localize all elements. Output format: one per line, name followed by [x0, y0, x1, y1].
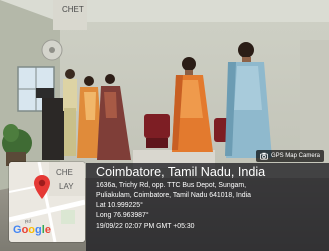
person [238, 42, 254, 58]
map-pin-icon [34, 175, 50, 199]
badge-text: GPS Map Camera [270, 153, 320, 159]
podium [42, 98, 64, 160]
photo-frame: CHET GPS Map Camera Coimbatore, Tamil Na… [0, 0, 329, 251]
address-line-1: 1636a, Trichy Rd, opp. TTC Bus Depot, Su… [96, 182, 247, 189]
location-title: Coimbatore, Tamil Nadu, India [96, 165, 266, 179]
camera-icon [259, 152, 268, 160]
map-label-bottom: LAY [59, 182, 74, 191]
map-label-top: CHE [56, 168, 73, 177]
sign-text: CHET [62, 5, 84, 14]
address-line-2: Puliakulam, Coimbatore, Tamil Nadu 64101… [96, 192, 251, 199]
person [105, 74, 115, 84]
map-thumbnail: CHE LAY Rd Google [9, 162, 85, 242]
gps-map-camera-badge: GPS Map Camera [255, 150, 324, 162]
google-logo: Google [13, 224, 51, 236]
person [84, 76, 94, 86]
person [65, 69, 75, 79]
datetime: 19/09/22 02:07 PM GMT +05:30 [96, 223, 195, 230]
person [182, 57, 196, 71]
laptop [36, 88, 54, 98]
red-chair [144, 114, 170, 138]
longitude: Long 76.963987° [96, 212, 149, 219]
latitude: Lat 10.999225° [96, 202, 143, 209]
